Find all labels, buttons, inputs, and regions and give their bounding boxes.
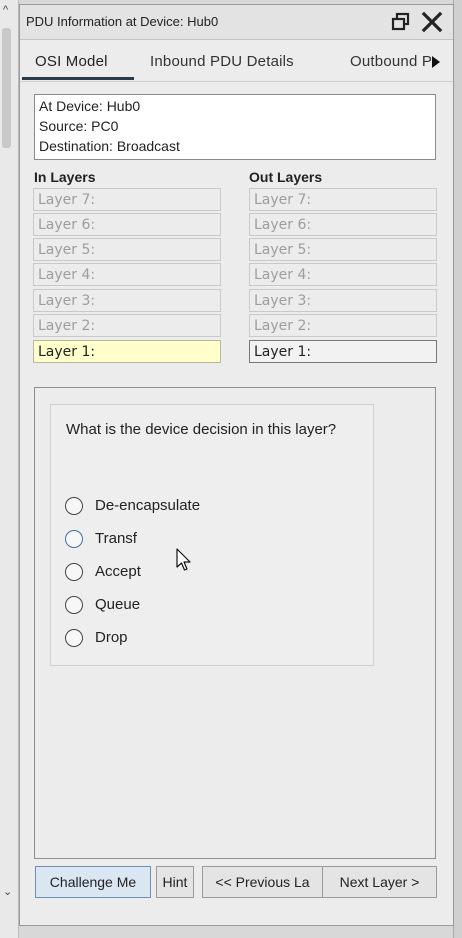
out-layer-2[interactable]: Layer 2: bbox=[249, 314, 437, 337]
at-device-text: At Device: Hub0 bbox=[39, 98, 141, 114]
out-layer-3[interactable]: Layer 3: bbox=[249, 289, 437, 312]
radio-button[interactable] bbox=[65, 596, 83, 614]
question-box: What is the device decision in this laye… bbox=[50, 404, 374, 666]
in-layer-7[interactable]: Layer 7: bbox=[33, 188, 221, 211]
out-layer-5[interactable]: Layer 5: bbox=[249, 238, 437, 261]
in-layer-4[interactable]: Layer 4: bbox=[33, 263, 221, 286]
scroll-up-icon[interactable]: ^ bbox=[3, 4, 8, 16]
option-label: Transf bbox=[95, 530, 137, 547]
in-layer-6[interactable]: Layer 6: bbox=[33, 213, 221, 236]
right-panel-edge bbox=[453, 0, 462, 938]
previous-layer-button[interactable]: << Previous La bbox=[202, 866, 323, 898]
challenge-me-button[interactable]: Challenge Me bbox=[35, 866, 151, 898]
title-bar[interactable]: PDU Information at Device: Hub0 bbox=[20, 5, 453, 40]
radio-button[interactable] bbox=[65, 563, 83, 581]
window-title: PDU Information at Device: Hub0 bbox=[26, 14, 219, 29]
source-text: Source: PC0 bbox=[39, 118, 119, 134]
next-layer-button[interactable]: Next Layer > bbox=[322, 866, 437, 898]
radio-button[interactable] bbox=[65, 530, 83, 548]
in-layer-2[interactable]: Layer 2: bbox=[33, 314, 221, 337]
in-layer-3[interactable]: Layer 3: bbox=[33, 289, 221, 312]
tab-scroll-right-icon[interactable] bbox=[431, 55, 441, 69]
option-label: Accept bbox=[95, 563, 141, 580]
destination-text: Destination: Broadcast bbox=[39, 138, 180, 154]
in-layer-1[interactable]: Layer 1: bbox=[33, 340, 221, 363]
challenge-panel: What is the device decision in this laye… bbox=[34, 387, 436, 859]
scrollbar-thumb[interactable] bbox=[2, 28, 11, 148]
radio-button[interactable] bbox=[65, 497, 83, 515]
tab-outbound-pdu-details[interactable]: Outbound P bbox=[350, 53, 432, 70]
option-label: Queue bbox=[95, 596, 141, 613]
close-icon[interactable] bbox=[420, 10, 444, 34]
tab-bar: OSI Model Inbound PDU Details Outbound P bbox=[20, 41, 453, 82]
option-label: Drop bbox=[95, 629, 128, 646]
out-layer-1[interactable]: Layer 1: bbox=[249, 340, 437, 363]
radio-button[interactable] bbox=[65, 629, 83, 647]
out-layer-7[interactable]: Layer 7: bbox=[249, 188, 437, 211]
restore-icon[interactable] bbox=[390, 11, 412, 33]
scroll-down-icon[interactable]: ⌄ bbox=[3, 885, 12, 898]
mouse-pointer-icon bbox=[176, 548, 191, 571]
option-label: De-encapsulate bbox=[95, 497, 201, 514]
out-layers-heading: Out Layers bbox=[249, 169, 323, 185]
active-tab-indicator bbox=[22, 77, 134, 80]
question-text: What is the device decision in this laye… bbox=[66, 421, 337, 438]
in-layer-5[interactable]: Layer 5: bbox=[33, 238, 221, 261]
in-layers-heading: In Layers bbox=[34, 169, 96, 185]
tab-inbound-pdu-details[interactable]: Inbound PDU Details bbox=[150, 53, 294, 70]
out-layer-4[interactable]: Layer 4: bbox=[249, 263, 437, 286]
hint-button[interactable]: Hint bbox=[156, 866, 194, 898]
out-layer-6[interactable]: Layer 6: bbox=[249, 213, 437, 236]
pdu-info-box: At Device: Hub0 Source: PC0 Destination:… bbox=[34, 94, 436, 160]
pdu-information-window: PDU Information at Device: Hub0 OSI Mode… bbox=[19, 4, 454, 926]
tab-osi-model[interactable]: OSI Model bbox=[35, 53, 108, 70]
left-panel-edge: ^ ⌄ bbox=[0, 0, 19, 938]
